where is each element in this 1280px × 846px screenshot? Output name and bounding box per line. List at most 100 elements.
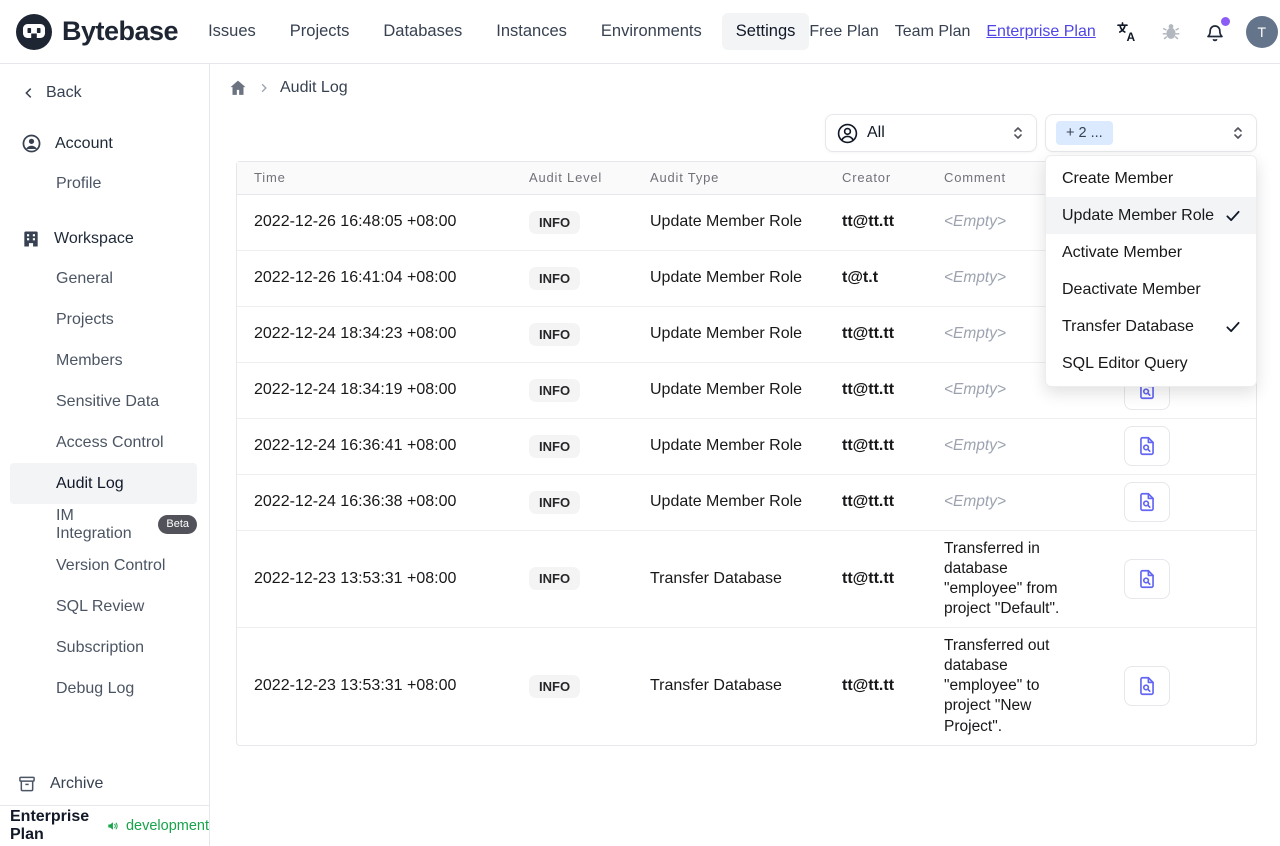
archive-icon — [19, 776, 35, 792]
sidebar-item[interactable]: Projects — [10, 299, 197, 340]
audit-type-filter-select[interactable]: + 2 ... — [1045, 114, 1257, 152]
sidebar-item[interactable]: IM Integration Beta — [10, 504, 197, 545]
nav-item[interactable]: Environments — [587, 13, 716, 50]
sidebar-item[interactable]: Audit Log — [10, 463, 197, 504]
back-button[interactable]: Back — [0, 64, 209, 108]
sidebar-item-label: Profile — [56, 174, 102, 192]
account-title: Account — [55, 134, 113, 152]
time-cell: 2022-12-24 18:34:19 +08:00 — [237, 361, 512, 418]
app-root: Bytebase Issues Projects Databases Instance… — [0, 0, 1280, 846]
bug-icon[interactable] — [1158, 19, 1184, 45]
sidebar-item-label: IM Integration — [56, 506, 132, 542]
sidebar-item[interactable]: Access Control — [10, 422, 197, 463]
sidebar-item-label: Audit Log — [56, 474, 124, 492]
audit-type-filter-value: + 2 ... — [1056, 121, 1113, 145]
sidebar-footer: Archive Enterprise Plan development — [0, 763, 209, 846]
level-badge: INFO — [529, 210, 581, 234]
type-cell: Update Member Role — [633, 473, 825, 530]
chevron-right-icon — [261, 83, 267, 93]
nav-item[interactable]: Projects — [276, 13, 364, 50]
account-items: Profile — [0, 163, 209, 204]
notifications-bell-icon[interactable] — [1202, 16, 1230, 45]
sidebar-item-label: Debug Log — [56, 679, 135, 697]
user-circle-icon — [22, 134, 41, 153]
select-caret-icon — [1014, 127, 1022, 139]
audit-log-row: 2022-12-23 13:53:31 +08:00 INFO Transfer… — [237, 627, 1256, 745]
plan-link[interactable]: Enterprise Plan — [986, 23, 1095, 41]
level-cell: INFO — [512, 417, 633, 474]
sidebar-item[interactable]: Debug Log — [10, 668, 197, 709]
translate-icon[interactable]: A — [1114, 19, 1140, 45]
select-caret-icon — [1234, 127, 1242, 139]
sidebar-item[interactable]: SQL Review — [10, 586, 197, 627]
menu-item-label: Update Member Role — [1062, 206, 1215, 224]
comment-cell: <Empty> — [927, 473, 1088, 530]
nav-item[interactable]: Instances — [482, 13, 581, 50]
menu-item[interactable]: Create Member — [1046, 160, 1256, 197]
level-badge: INFO — [529, 322, 581, 346]
payload-cell — [1088, 529, 1256, 628]
menu-item[interactable]: Deactivate Member — [1046, 271, 1256, 308]
creator-cell: tt@tt.tt — [825, 361, 927, 418]
view-payload-button[interactable] — [1124, 426, 1170, 466]
time-cell: 2022-12-24 16:36:41 +08:00 — [237, 417, 512, 474]
archive-button[interactable]: Archive — [0, 763, 209, 805]
sidebar-item[interactable]: Sensitive Data — [10, 381, 197, 422]
workspace-title: Workspace — [54, 230, 134, 247]
home-icon[interactable] — [228, 78, 248, 98]
plan-links: Free Plan Team Plan Enterprise Plan — [809, 23, 1095, 41]
sidebar-item-label: Projects — [56, 310, 114, 328]
avatar[interactable]: T — [1245, 15, 1278, 48]
sidebar-item[interactable]: Profile — [10, 163, 197, 204]
level-badge: INFO — [529, 567, 581, 591]
menu-item[interactable]: SQL Editor Query — [1046, 345, 1256, 382]
creator-cell: tt@tt.tt — [825, 305, 927, 362]
sidebar-item-label: Version Control — [56, 556, 166, 574]
menu-item[interactable]: Transfer Database — [1046, 308, 1256, 345]
filter-row: All + 2 ... — [210, 104, 1280, 152]
menu-item-label: Activate Member — [1062, 243, 1183, 261]
level-cell: INFO — [512, 361, 633, 418]
view-payload-button[interactable] — [1124, 482, 1170, 522]
bytebase-logo[interactable]: Bytebase — [14, 12, 179, 52]
sidebar-item[interactable]: Subscription — [10, 627, 197, 668]
type-cell: Update Member Role — [633, 417, 825, 474]
plan-link[interactable]: Free Plan — [809, 23, 878, 41]
menu-item[interactable]: Update Member Role — [1046, 197, 1256, 234]
type-cell: Transfer Database — [633, 529, 825, 628]
nav-item[interactable]: Settings — [721, 13, 810, 50]
time-cell: 2022-12-23 13:53:31 +08:00 — [237, 627, 512, 745]
creator-filter-select[interactable]: All — [825, 114, 1037, 152]
payload-cell — [1088, 473, 1256, 530]
creator-cell: tt@tt.tt — [825, 417, 927, 474]
level-badge: INFO — [529, 490, 581, 514]
plan-link[interactable]: Team Plan — [895, 23, 971, 41]
menu-item[interactable]: Activate Member — [1046, 234, 1256, 271]
topbar-right: Free Plan Team Plan Enterprise Plan A T — [809, 15, 1278, 48]
user-circle-icon — [837, 123, 858, 143]
brand-name: Bytebase — [62, 16, 179, 46]
audit-log-row: 2022-12-23 13:53:31 +08:00 INFO Transfer… — [237, 529, 1256, 628]
view-payload-button[interactable] — [1124, 558, 1170, 599]
nav-item[interactable]: Databases — [369, 13, 476, 50]
archive-label: Archive — [50, 775, 104, 792]
settings-sidebar: Back Account Profile Workspace General P… — [0, 64, 210, 846]
column-header-level: Audit Level — [512, 162, 633, 195]
comment-cell: <Empty> — [927, 417, 1088, 474]
sidebar-item[interactable]: Members — [10, 340, 197, 381]
menu-item-label: Create Member — [1062, 169, 1174, 187]
sidebar-item[interactable]: Version Control — [10, 545, 197, 586]
level-cell: INFO — [512, 194, 633, 250]
level-badge: INFO — [529, 378, 581, 402]
level-badge: INFO — [529, 266, 581, 290]
sidebar-item[interactable]: General — [10, 258, 197, 299]
column-header-creator: Creator — [825, 162, 927, 195]
speaker-icon — [108, 822, 118, 830]
audit-log-row: 2022-12-24 16:36:41 +08:00 INFO Update M… — [237, 417, 1256, 474]
sidebar-item-label: SQL Review — [56, 597, 145, 615]
nav-item[interactable]: Issues — [194, 13, 270, 50]
creator-cell: tt@tt.tt — [825, 529, 927, 628]
level-cell: INFO — [512, 305, 633, 362]
view-payload-button[interactable] — [1124, 666, 1170, 707]
bytebase-logo-icon — [16, 13, 52, 50]
